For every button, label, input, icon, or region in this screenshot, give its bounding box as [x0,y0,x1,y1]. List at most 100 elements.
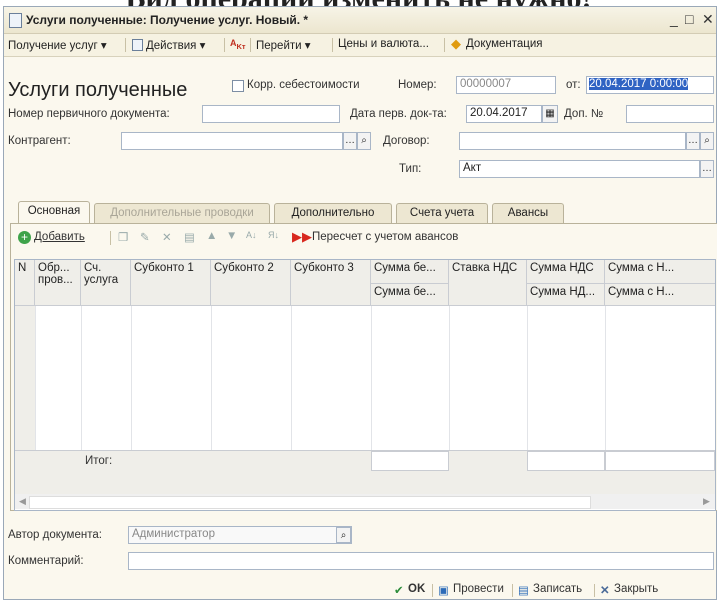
table-column [291,306,372,450]
horizontal-scrollbar[interactable]: ◀ ▶ [15,494,715,509]
close-icon[interactable]: ✕ [702,11,714,28]
window-title: Услуги полученные: Получение услуг. Новы… [26,13,309,27]
table-column [211,306,292,450]
save-icon: ▤ [518,585,529,597]
copy-icon[interactable]: ❐ [118,230,128,244]
col-subheader-sum-with-vat: Сумма с Н... [605,283,715,300]
documentation-icon: ◆ [451,36,461,51]
minimize-icon[interactable]: _ [670,11,678,27]
title-bar: Услуги полученные: Получение услуг. Новы… [4,7,716,34]
separator [224,38,225,52]
menu-goto[interactable]: Перейти ▾ [256,38,311,52]
col-header-processing[interactable]: Обр... пров... [35,260,81,306]
tab-accounts[interactable]: Счета учета [396,203,488,223]
document-icon [9,13,22,28]
type-select-button[interactable]: … [700,160,714,178]
col-header-sum-with-vat-label: Сумма с Н... [608,262,675,274]
add-button[interactable]: Добавить [34,231,85,243]
contract-field[interactable] [459,132,686,150]
contract-search-icon[interactable]: ⌕ [700,132,714,150]
table-column [35,306,82,450]
primary-date-label: Дата перв. док-та: [350,108,447,120]
table-column [449,306,528,450]
date-value: 20.04.2017 0:00:00 [589,78,689,90]
move-down-icon[interactable]: ▼ [226,230,237,242]
menu-receipt[interactable]: Получение услуг ▾ [8,38,107,52]
command-bar: Получение услуг ▾ Действия ▾ AKт Перейти… [4,34,716,57]
corr-cost-checkbox[interactable] [232,80,244,92]
comment-field[interactable] [128,552,714,570]
sort-asc-icon[interactable]: A↓ [246,230,257,240]
edit-icon[interactable]: ✎ [140,230,150,244]
col-header-sum-without-vat[interactable]: Сумма бе... Сумма бе... [371,260,449,306]
row-number-column [15,306,36,450]
col-header-vat-sum[interactable]: Сумма НДС Сумма НД... [527,260,605,306]
menu-actions[interactable]: Действия ▾ [146,38,205,52]
tab-additional[interactable]: Дополнительно [274,203,392,223]
col-header-subconto2[interactable]: Субконто 2 [211,260,291,306]
tab-main[interactable]: Основная [18,201,90,224]
calendar-icon[interactable]: ▦ [542,105,558,123]
date-field[interactable]: 20.04.2017 0:00:00 [586,76,714,94]
ok-button[interactable]: OK [408,583,425,595]
services-table[interactable]: N Обр... пров... Сч. услуга Субконто 1 С… [14,259,716,511]
counterparty-field[interactable] [121,132,343,150]
recalc-icon: ▶▶ [292,229,312,244]
counterparty-search-icon[interactable]: ⌕ [357,132,371,150]
post-icon: ▣ [438,585,449,597]
col-header-sum-with-vat[interactable]: Сумма с Н... Сумма с Н... [605,260,715,306]
recalc-button[interactable]: Пересчет с учетом авансов [312,231,458,243]
close-button[interactable]: Закрыть [614,583,658,595]
scroll-right-icon[interactable]: ▶ [703,496,710,507]
menu-documentation[interactable]: Документация [466,38,543,50]
primary-date-field[interactable]: 20.04.2017 [466,105,542,123]
col-header-account[interactable]: Сч. услуга [81,260,131,306]
contract-select-button[interactable]: … [686,132,700,150]
end-edit-icon[interactable]: ▤ [184,230,195,244]
author-search-icon[interactable]: ⌕ [336,527,351,543]
number-field[interactable]: 00000007 [456,76,556,94]
from-label: от: [566,79,581,91]
actions-icon [132,39,143,51]
tab-additional-entries[interactable]: Дополнительные проводки [94,203,270,223]
table-toolbar: + Добавить ❐ ✎ ✕ ▤ ▲ ▼ A↓ Я↓ ▶▶ Пересчет… [18,229,708,249]
add-icon[interactable]: + [18,231,31,244]
dt-kt-icon[interactable]: AKт [230,38,246,51]
type-field[interactable]: Акт [459,160,700,178]
col-header-subconto1[interactable]: Субконто 1 [131,260,211,306]
table-column [131,306,212,450]
total-sum-with-vat [605,451,715,471]
counterparty-label: Контрагент: [8,135,71,147]
col-header-n[interactable]: N [15,260,35,306]
post-button[interactable]: Провести [453,583,504,595]
col-header-vat-rate[interactable]: Ставка НДС [449,260,527,306]
save-button[interactable]: Записать [533,583,582,595]
col-header-subconto3[interactable]: Субконто 3 [291,260,371,306]
table-column [81,306,132,450]
scroll-thumb[interactable] [29,496,591,509]
separator [250,38,251,52]
total-sum-without-vat [371,451,449,471]
document-window: Услуги полученные: Получение услуг. Новы… [3,6,717,600]
form-title: Услуги полученные [8,79,188,101]
separator [110,231,111,245]
tab-advances[interactable]: Авансы [492,203,564,223]
delete-icon[interactable]: ✕ [162,230,172,244]
counterparty-select-button[interactable]: … [343,132,357,150]
comment-label: Комментарий: [8,555,84,567]
sort-desc-icon[interactable]: Я↓ [268,230,279,240]
primary-doc-label: Номер первичного документа: [8,108,170,120]
scroll-left-icon[interactable]: ◀ [19,496,26,507]
separator [432,584,433,597]
move-up-icon[interactable]: ▲ [206,230,217,242]
author-label: Автор документа: [8,529,102,541]
corr-cost-label: Корр. себестоимости [247,79,360,91]
col-header-sum-without-vat-label: Сумма бе... [374,262,436,274]
ok-icon: ✔ [394,585,404,597]
primary-doc-field[interactable] [202,105,340,123]
maximize-icon[interactable]: □ [685,11,693,27]
menu-prices-currency[interactable]: Цены и валюта... [338,38,429,50]
contract-label: Договор: [383,135,430,147]
extra-no-field[interactable] [626,105,714,123]
author-field[interactable]: Администратор [128,526,352,544]
